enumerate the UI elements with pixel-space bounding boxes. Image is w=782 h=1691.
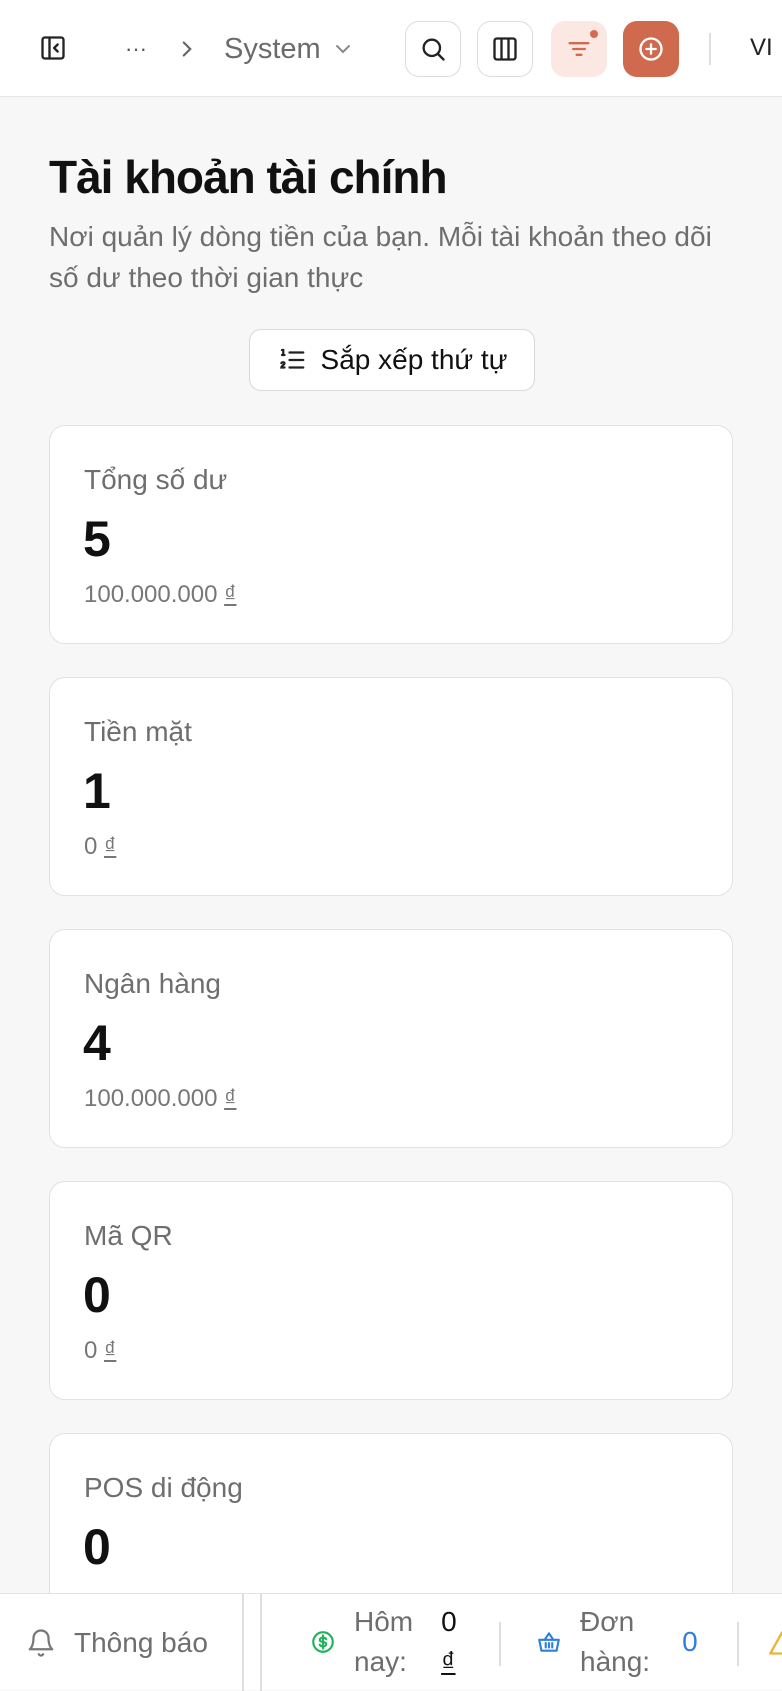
filter-icon: [568, 42, 590, 56]
top-bar: ··· System VI: [0, 0, 782, 97]
stat-card-mobile-pos[interactable]: POS di động 0: [49, 1433, 733, 1593]
today-currency: ₫: [441, 1646, 456, 1677]
stat-card-label: Ngân hàng: [84, 968, 222, 999]
columns-button[interactable]: [477, 21, 533, 77]
search-button[interactable]: [405, 21, 461, 77]
today-label: Hôm: [354, 1606, 414, 1637]
breadcrumb-ellipsis[interactable]: ···: [118, 36, 154, 62]
warning-indicator[interactable]: [768, 1594, 782, 1691]
bottombar-divider: [737, 1622, 739, 1666]
stat-card-label: Mã QR: [84, 1220, 173, 1251]
chevron-down-icon[interactable]: [331, 37, 355, 61]
main-content: Tài khoản tài chính Nơi quản lý dòng tiề…: [0, 98, 782, 1593]
today-value: 0: [441, 1606, 457, 1637]
notifications-label: Thông báo: [74, 1626, 208, 1658]
filter-active-dot: [588, 28, 600, 40]
stat-card-total[interactable]: Tổng số dư 5 100.000.000 ₫: [49, 425, 733, 644]
stat-card-count: 1: [83, 763, 111, 819]
bell-icon: [28, 1628, 54, 1657]
sort-order-label: Sắp xếp thứ tự: [320, 344, 508, 375]
language-switcher[interactable]: VI: [750, 30, 773, 66]
today-label: nay:: [354, 1646, 407, 1677]
ordered-list-icon: [279, 348, 304, 369]
columns-icon: [493, 37, 517, 61]
stat-card-label: POS di động: [84, 1472, 243, 1503]
sidebar-toggle-button[interactable]: [32, 25, 74, 71]
topbar-divider: [709, 33, 711, 65]
bottombar-divider: [242, 1594, 244, 1691]
stat-card-count: 4: [83, 1015, 111, 1071]
sidebar-toggle-icon: [41, 36, 65, 60]
stat-card-amount: 100.000.000 ₫: [84, 1085, 237, 1112]
stat-card-count: 5: [83, 511, 111, 567]
stat-card-label: Tổng số dư: [84, 464, 228, 495]
search-icon: [422, 38, 445, 61]
today-revenue[interactable]: Hôm nay: 0 ₫: [310, 1602, 457, 1682]
page-title: Tài khoản tài chính: [49, 151, 448, 203]
breadcrumb-current[interactable]: System: [224, 33, 321, 66]
orders-count[interactable]: Đơn hàng: 0: [536, 1602, 698, 1682]
stat-card-bank[interactable]: Ngân hàng 4 100.000.000 ₫: [49, 929, 733, 1148]
bottombar-divider: [260, 1594, 262, 1691]
bottombar-divider: [499, 1622, 501, 1666]
stat-card-count: 0: [83, 1519, 111, 1575]
stat-card-qr[interactable]: Mã QR 0 0 ₫: [49, 1181, 733, 1400]
page-subtitle: Nơi quản lý dòng tiền của bạn. Mỗi tài k…: [49, 221, 712, 293]
stat-card-amount: 0 ₫: [84, 833, 117, 860]
orders-label: hàng:: [580, 1646, 651, 1677]
bottom-bar: Thông báo Hôm nay: 0 ₫ Đơn hàng: 0: [0, 1593, 782, 1691]
sort-order-button[interactable]: Sắp xếp thứ tự: [249, 329, 535, 391]
notifications-button[interactable]: Thông báo: [26, 1594, 208, 1691]
plus-circle-icon: [639, 37, 663, 61]
stat-card-amount: 100.000.000 ₫: [84, 581, 237, 608]
chevron-right-icon: [182, 41, 192, 57]
stat-card-label: Tiền mặt: [84, 716, 192, 747]
orders-label: Đơn: [580, 1606, 635, 1637]
breadcrumb: ··· System: [118, 28, 355, 70]
orders-value: 0: [682, 1626, 698, 1657]
filter-button[interactable]: [551, 21, 607, 77]
basket-icon: [538, 1632, 560, 1652]
add-button[interactable]: [623, 21, 679, 77]
stat-card-cash[interactable]: Tiền mặt 1 0 ₫: [49, 677, 733, 896]
stat-card-count: 0: [83, 1267, 111, 1323]
stat-card-amount: 0 ₫: [84, 1337, 117, 1364]
warning-icon: [769, 1630, 782, 1655]
dollar-circle-icon: [312, 1631, 334, 1653]
